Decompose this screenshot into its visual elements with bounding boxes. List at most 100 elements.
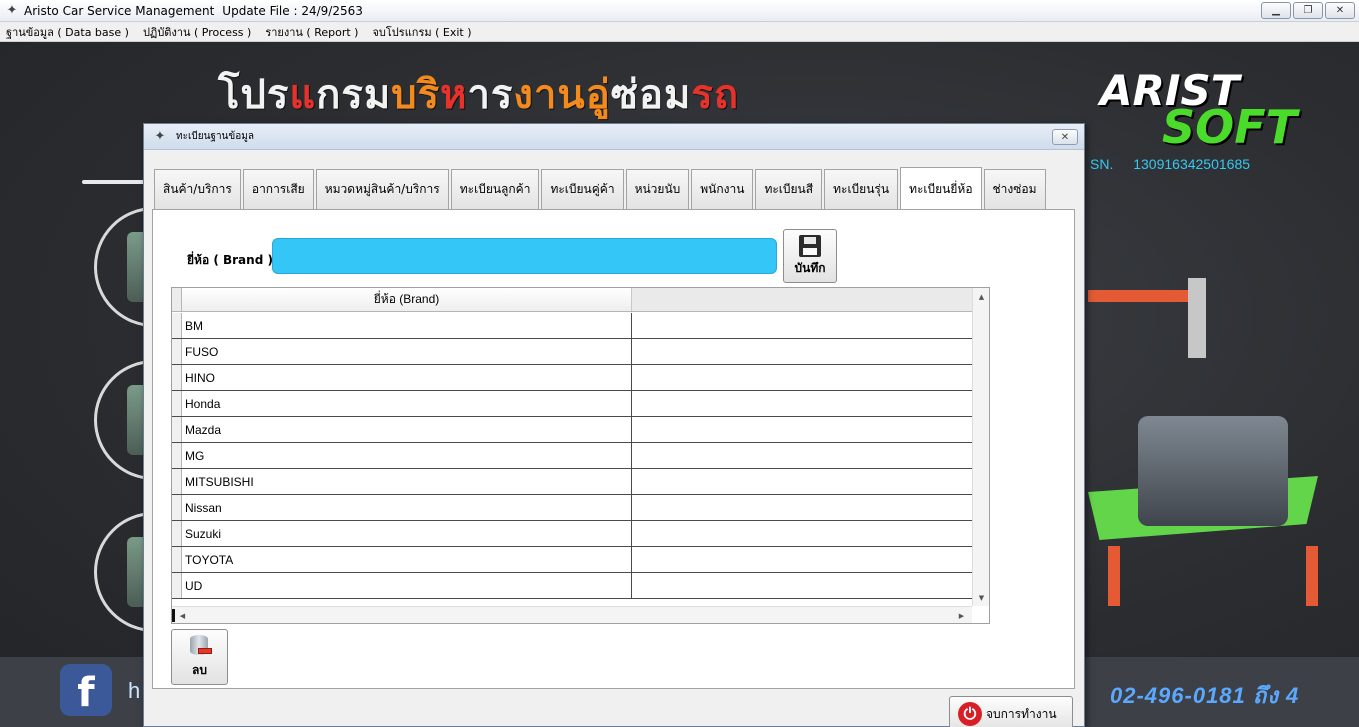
table-row[interactable]: Mazda bbox=[172, 417, 972, 443]
row-header[interactable] bbox=[172, 391, 182, 416]
grid-rows: BM FUSO HINO Honda Mazda MG MITSUBISHI N… bbox=[172, 313, 972, 599]
tab-customers[interactable]: ทะเบียนลูกค้า bbox=[450, 169, 540, 209]
tab-brands[interactable]: ทะเบียนยี่ห้อ bbox=[900, 167, 982, 210]
crane-rail bbox=[1088, 290, 1198, 302]
empty-cell[interactable] bbox=[632, 547, 972, 572]
menu-database[interactable]: ฐานข้อมูล ( Data base ) bbox=[6, 23, 129, 41]
menu-report[interactable]: รายงาน ( Report ) bbox=[265, 23, 358, 41]
row-header[interactable] bbox=[172, 417, 182, 442]
headline-segment: อู่ bbox=[585, 72, 611, 118]
brand-tab-panel: ยี่ห้อ ( Brand ) บันทึก ยี่ห้อ (Brand) B… bbox=[152, 209, 1075, 689]
brand-cell[interactable]: HINO bbox=[182, 365, 632, 390]
table-row[interactable]: BM bbox=[172, 313, 972, 339]
engine-illustration bbox=[1088, 276, 1359, 616]
row-header[interactable] bbox=[172, 521, 182, 546]
facebook-icon: f bbox=[60, 664, 112, 716]
brand-cell[interactable]: Honda bbox=[182, 391, 632, 416]
scroll-left-icon[interactable]: ◀ bbox=[174, 607, 191, 623]
maximize-button[interactable]: ❐ bbox=[1293, 2, 1323, 19]
menu-process[interactable]: ปฏิบัติงาน ( Process ) bbox=[143, 23, 251, 41]
brand-cell[interactable]: BM bbox=[182, 313, 632, 338]
scroll-right-icon[interactable]: ▶ bbox=[953, 607, 970, 623]
brand-input[interactable] bbox=[272, 238, 777, 274]
scroll-down-icon[interactable]: ▼ bbox=[973, 589, 989, 606]
delete-button[interactable]: ลบ bbox=[171, 629, 228, 685]
phone-number: 02-496-0181 ถึง 4 bbox=[1110, 683, 1300, 708]
tab-partners[interactable]: ทะเบียนคู่ค้า bbox=[541, 169, 624, 209]
brand-grid[interactable]: ยี่ห้อ (Brand) BM FUSO HINO Honda Mazda … bbox=[171, 287, 990, 624]
app-title: Aristo Car Service Management bbox=[24, 3, 215, 18]
row-header[interactable] bbox=[172, 495, 182, 520]
tab-colors[interactable]: ทะเบียนสี bbox=[755, 169, 823, 209]
empty-cell[interactable] bbox=[632, 391, 972, 416]
headline-segment: บริ bbox=[391, 72, 441, 118]
brand-cell[interactable]: Suzuki bbox=[182, 521, 632, 546]
row-header[interactable] bbox=[172, 313, 182, 338]
row-header[interactable] bbox=[172, 547, 182, 572]
tab-models[interactable]: ทะเบียนรุ่น bbox=[824, 169, 899, 209]
close-button[interactable]: ✕ bbox=[1325, 2, 1355, 19]
tab-units[interactable]: หน่วยนับ bbox=[625, 169, 690, 209]
chalk-line bbox=[82, 180, 152, 184]
empty-cell[interactable] bbox=[632, 313, 972, 338]
brand-cell[interactable]: MG bbox=[182, 443, 632, 468]
table-row[interactable]: Suzuki bbox=[172, 521, 972, 547]
row-header[interactable] bbox=[172, 469, 182, 494]
exit-label: จบการทำงาน bbox=[986, 706, 1057, 721]
empty-cell[interactable] bbox=[632, 521, 972, 546]
minimize-button[interactable]: ▁ bbox=[1261, 2, 1291, 19]
table-row[interactable]: MG bbox=[172, 443, 972, 469]
headline-segment: ซ่อม bbox=[610, 72, 692, 118]
table-row[interactable]: Nissan bbox=[172, 495, 972, 521]
tab-employees[interactable]: พนักงาน bbox=[691, 169, 754, 209]
table-row[interactable]: Honda bbox=[172, 391, 972, 417]
menu-exit[interactable]: จบโปรแกรม ( Exit ) bbox=[372, 23, 471, 41]
empty-cell[interactable] bbox=[632, 469, 972, 494]
dialog-title-bar: ✦ ทะเบียนฐานข้อมูล ✕ bbox=[144, 124, 1084, 150]
save-label: บันทึก bbox=[794, 260, 826, 275]
table-row[interactable]: HINO bbox=[172, 365, 972, 391]
row-header[interactable] bbox=[172, 443, 182, 468]
crane-hook bbox=[1188, 278, 1206, 358]
tab-strip: สินค้า/บริการ อาการเสีย หมวดหมู่สินค้า/บ… bbox=[154, 167, 1048, 210]
dialog-close-button[interactable]: ✕ bbox=[1052, 129, 1078, 145]
table-row[interactable]: FUSO bbox=[172, 339, 972, 365]
tab-products[interactable]: สินค้า/บริการ bbox=[154, 169, 241, 209]
stand-legs bbox=[1108, 546, 1318, 606]
row-header[interactable] bbox=[172, 339, 182, 364]
brand-cell[interactable]: TOYOTA bbox=[182, 547, 632, 572]
tab-symptoms[interactable]: อาการเสีย bbox=[242, 169, 314, 209]
serial-value: 130916342501685 bbox=[1133, 156, 1251, 172]
tab-categories[interactable]: หมวดหมู่สินค้า/บริการ bbox=[315, 169, 449, 209]
vertical-scrollbar[interactable]: ▲ ▼ bbox=[972, 288, 989, 606]
serial-label: SN. bbox=[1090, 156, 1114, 172]
empty-cell[interactable] bbox=[632, 365, 972, 390]
floppy-disk-icon bbox=[799, 234, 821, 257]
empty-cell[interactable] bbox=[632, 495, 972, 520]
brand-cell[interactable]: FUSO bbox=[182, 339, 632, 364]
empty-cell[interactable] bbox=[632, 417, 972, 442]
table-row[interactable]: MITSUBISHI bbox=[172, 469, 972, 495]
brand-cell[interactable]: UD bbox=[182, 573, 632, 598]
brand-cell[interactable]: MITSUBISHI bbox=[182, 469, 632, 494]
headline-segment: าร bbox=[467, 72, 514, 118]
row-header[interactable] bbox=[172, 365, 182, 390]
delete-label: ลบ bbox=[192, 662, 207, 677]
table-row[interactable]: UD bbox=[172, 573, 972, 599]
row-header[interactable] bbox=[172, 573, 182, 598]
headline-segment: รถ bbox=[691, 72, 740, 118]
scroll-up-icon[interactable]: ▲ bbox=[973, 288, 989, 305]
table-row[interactable]: TOYOTA bbox=[172, 547, 972, 573]
empty-cell[interactable] bbox=[632, 443, 972, 468]
horizontal-scrollbar[interactable]: ◀ ▶ bbox=[172, 606, 972, 623]
row-header-corner bbox=[172, 288, 182, 311]
empty-cell[interactable] bbox=[632, 573, 972, 598]
tab-technicians[interactable]: ช่างซ่อม bbox=[983, 169, 1046, 209]
brand-column-header[interactable]: ยี่ห้อ (Brand) bbox=[182, 288, 632, 311]
empty-cell[interactable] bbox=[632, 339, 972, 364]
save-button[interactable]: บันทึก bbox=[783, 229, 837, 283]
brand-cell[interactable]: Mazda bbox=[182, 417, 632, 442]
exit-button[interactable]: ⏻ จบการทำงาน bbox=[949, 696, 1073, 727]
window-controls: ▁ ❐ ✕ bbox=[1261, 2, 1355, 19]
brand-cell[interactable]: Nissan bbox=[182, 495, 632, 520]
